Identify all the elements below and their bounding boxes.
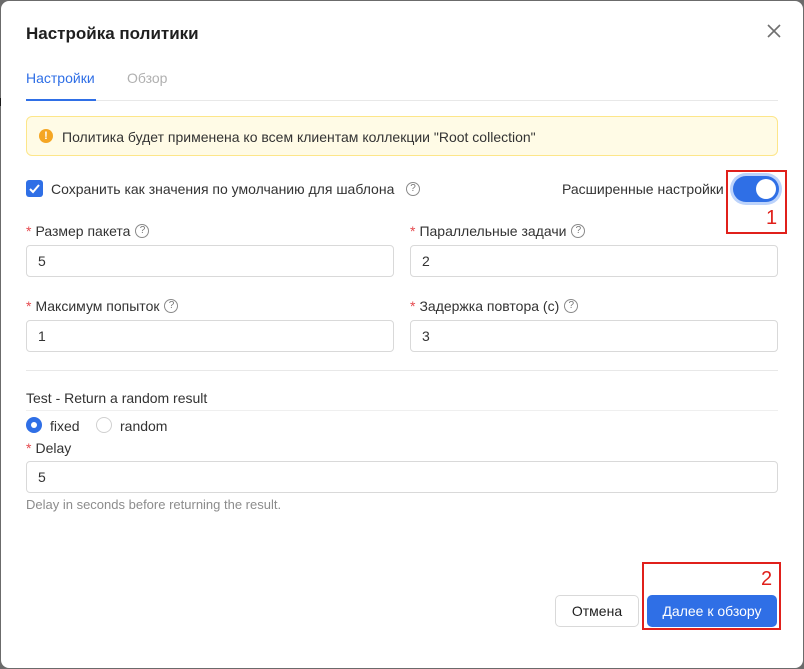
radio-fixed[interactable]: [26, 417, 42, 433]
dialog-title: Настройка политики: [26, 24, 199, 43]
help-icon[interactable]: ?: [571, 224, 586, 238]
parallel-tasks-label: * Параллельные задачи ?: [410, 223, 586, 239]
close-icon[interactable]: [763, 20, 785, 42]
delay-hint: Delay in seconds before returning the re…: [26, 497, 282, 512]
batch-size-label-text: Размер пакета: [35, 223, 131, 239]
help-icon[interactable]: ?: [564, 299, 579, 313]
help-icon[interactable]: ?: [406, 182, 420, 196]
section-underline: [26, 410, 778, 411]
tab-settings[interactable]: Настройки: [26, 70, 95, 86]
annotation-box-1: [726, 170, 787, 234]
batch-size-label: * Размер пакета ?: [26, 223, 150, 239]
alert-text: Политика будет применена ко всем клиента…: [62, 129, 536, 145]
parallel-tasks-input[interactable]: 2: [410, 245, 778, 277]
radio-random-label: random: [120, 418, 168, 434]
retry-delay-label: * Задержка повтора (с) ?: [410, 298, 579, 314]
cancel-button[interactable]: Отмена: [555, 595, 639, 627]
parallel-tasks-label-text: Параллельные задачи: [419, 223, 567, 239]
checkmark-icon: [29, 184, 40, 194]
tab-bar: Настройки Обзор: [26, 67, 778, 101]
delay-label: * Delay: [26, 440, 71, 456]
required-mark: *: [410, 298, 416, 314]
delay-label-text: Delay: [35, 440, 72, 456]
annotation-number-2: 2: [761, 568, 773, 590]
active-tab-indicator: [26, 99, 96, 101]
batch-size-input[interactable]: 5: [26, 245, 394, 277]
annotation-number-1: 1: [766, 207, 778, 229]
help-icon[interactable]: ?: [135, 224, 150, 238]
section-divider: [26, 370, 778, 371]
delay-input[interactable]: 5: [26, 461, 778, 493]
save-default-checkbox[interactable]: [26, 180, 43, 197]
required-mark: *: [26, 440, 32, 456]
required-mark: *: [410, 223, 416, 239]
max-attempts-label: * Максимум попыток ?: [26, 298, 179, 314]
max-attempts-label-text: Максимум попыток: [35, 298, 160, 314]
test-section-title: Test - Return a random result: [26, 390, 208, 406]
radio-fixed-label: fixed: [50, 418, 80, 434]
info-alert: ! Политика будет применена ко всем клиен…: [26, 116, 778, 156]
retry-delay-label-text: Задержка повтора (с): [419, 298, 560, 314]
tab-review[interactable]: Обзор: [127, 70, 167, 86]
retry-delay-input[interactable]: 3: [410, 320, 778, 352]
advanced-settings-label: Расширенные настройки: [562, 181, 724, 197]
help-icon[interactable]: ?: [164, 299, 179, 313]
warning-icon: !: [39, 129, 53, 143]
max-attempts-input[interactable]: 1: [26, 320, 394, 352]
save-default-label: Сохранить как значения по умолчанию для …: [51, 181, 395, 197]
required-mark: *: [26, 298, 32, 314]
required-mark: *: [26, 223, 32, 239]
policy-settings-dialog: Настройка политики Настройки Обзор ! Пол…: [1, 1, 803, 668]
radio-random[interactable]: [96, 417, 112, 433]
